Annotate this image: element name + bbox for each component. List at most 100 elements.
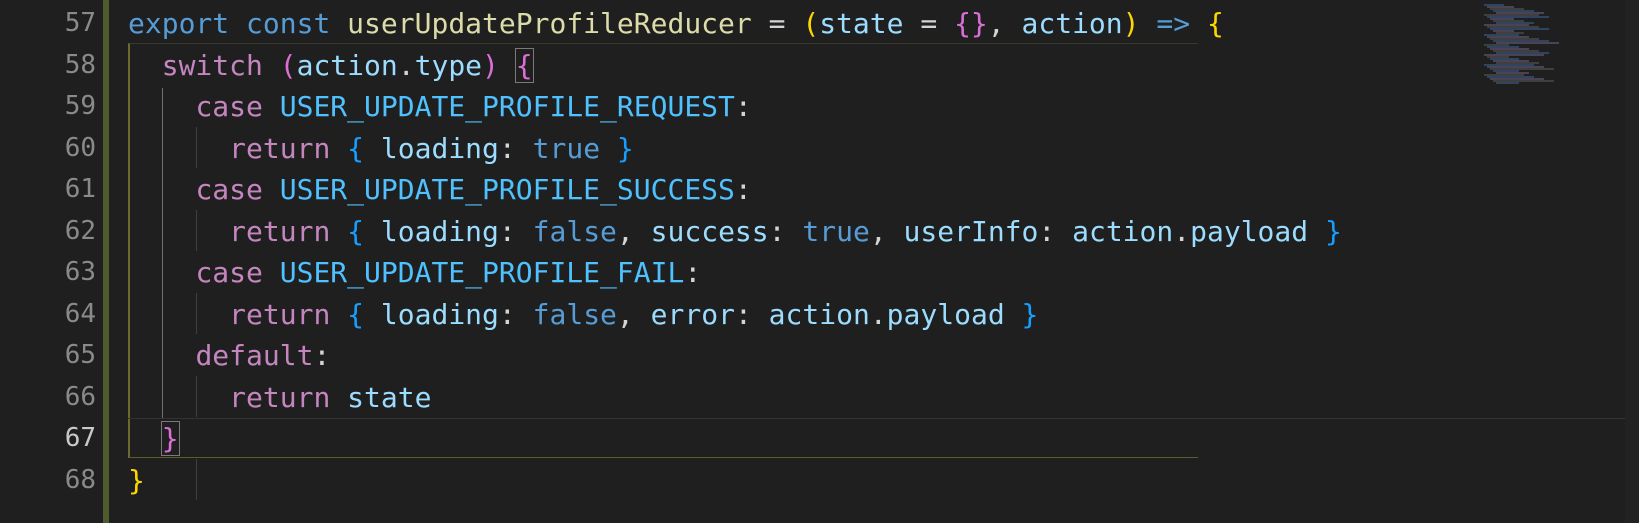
code-token: = xyxy=(751,7,803,40)
code-token: , xyxy=(869,214,904,248)
code-token: ) xyxy=(482,48,499,82)
code-token: : xyxy=(734,90,752,123)
code-token: case xyxy=(195,173,263,206)
code-token: false xyxy=(532,297,617,331)
code-token: : xyxy=(684,256,702,289)
code-token: : xyxy=(734,173,752,206)
code-token: . xyxy=(869,297,887,331)
code-token: { xyxy=(347,297,365,331)
code-token: action xyxy=(1021,7,1123,40)
line-number: 57 xyxy=(64,8,96,38)
code-token: export xyxy=(128,7,230,40)
code-token: , xyxy=(987,7,1022,40)
code-line: case USER_UPDATE_PROFILE_FAIL: xyxy=(128,251,701,294)
code-token: . xyxy=(1173,214,1191,248)
line-number: 64 xyxy=(64,298,96,329)
line-number: 66 xyxy=(64,381,96,412)
code-token: => xyxy=(1156,7,1191,40)
code-line: return { loading: false, error: action.p… xyxy=(128,293,1038,336)
code-token: USER_UPDATE_PROFILE_SUCCESS xyxy=(279,173,735,206)
code-token: loading xyxy=(380,214,499,248)
code-line: return { loading: false, success: true, … xyxy=(128,210,1342,253)
code-token: . xyxy=(397,48,415,82)
line-number: 60 xyxy=(64,132,96,163)
code-token: : xyxy=(734,297,769,331)
minimap[interactable] xyxy=(1480,0,1560,90)
code-token: true xyxy=(532,131,601,165)
code-token: false xyxy=(532,214,617,248)
code-token: default xyxy=(195,339,314,372)
code-token: payload xyxy=(886,297,1005,331)
code-line: export const userUpdateProfileReducer = … xyxy=(128,2,1224,45)
code-line: return { loading: true } xyxy=(128,127,634,170)
code-token: } xyxy=(160,421,180,456)
code-token: USER_UPDATE_PROFILE_REQUEST xyxy=(279,90,735,123)
indent-guide xyxy=(196,458,197,500)
code-token: userUpdateProfileReducer xyxy=(347,7,752,40)
minimap-line xyxy=(1496,82,1519,84)
code-token: : xyxy=(768,214,803,248)
code-token: : xyxy=(313,339,331,372)
code-line: return state xyxy=(128,376,431,419)
code-token: } xyxy=(616,131,634,165)
code-token: { xyxy=(514,47,534,83)
code-token: : xyxy=(498,131,533,165)
code-editor[interactable]: 57 58 59 60 61 62 63 64 65 66 67 68 export const us… xyxy=(0,0,1639,523)
code-token: payload xyxy=(1190,214,1309,248)
code-token: switch xyxy=(161,48,263,82)
code-token: type xyxy=(414,48,483,82)
code-token: loading xyxy=(380,131,499,165)
code-line: } xyxy=(128,459,145,502)
code-token: } xyxy=(128,463,145,497)
code-line: case USER_UPDATE_PROFILE_REQUEST: xyxy=(128,85,752,128)
code-line: default: xyxy=(128,334,330,377)
line-number: 58 xyxy=(64,49,96,80)
line-number: 62 xyxy=(64,215,96,246)
code-line: switch (action.type) { xyxy=(128,44,534,87)
code-token: case xyxy=(195,256,263,289)
code-token: action xyxy=(296,48,398,82)
code-token: ) xyxy=(1122,7,1140,40)
code-token: ( xyxy=(802,7,820,40)
code-token: : xyxy=(498,297,533,331)
code-token: return xyxy=(229,131,331,165)
code-token: ( xyxy=(279,48,297,82)
code-token: const xyxy=(246,7,331,40)
code-line: } xyxy=(128,417,180,460)
code-token: } xyxy=(1021,297,1039,331)
code-token: {} xyxy=(954,7,988,40)
vertical-scrollbar[interactable] xyxy=(1625,0,1639,523)
code-token: true xyxy=(802,214,870,248)
code-token: = xyxy=(903,7,955,40)
code-token: { xyxy=(1206,7,1224,40)
code-token: : xyxy=(1038,214,1073,248)
code-token: } xyxy=(1325,214,1342,248)
line-number: 68 xyxy=(64,464,96,495)
